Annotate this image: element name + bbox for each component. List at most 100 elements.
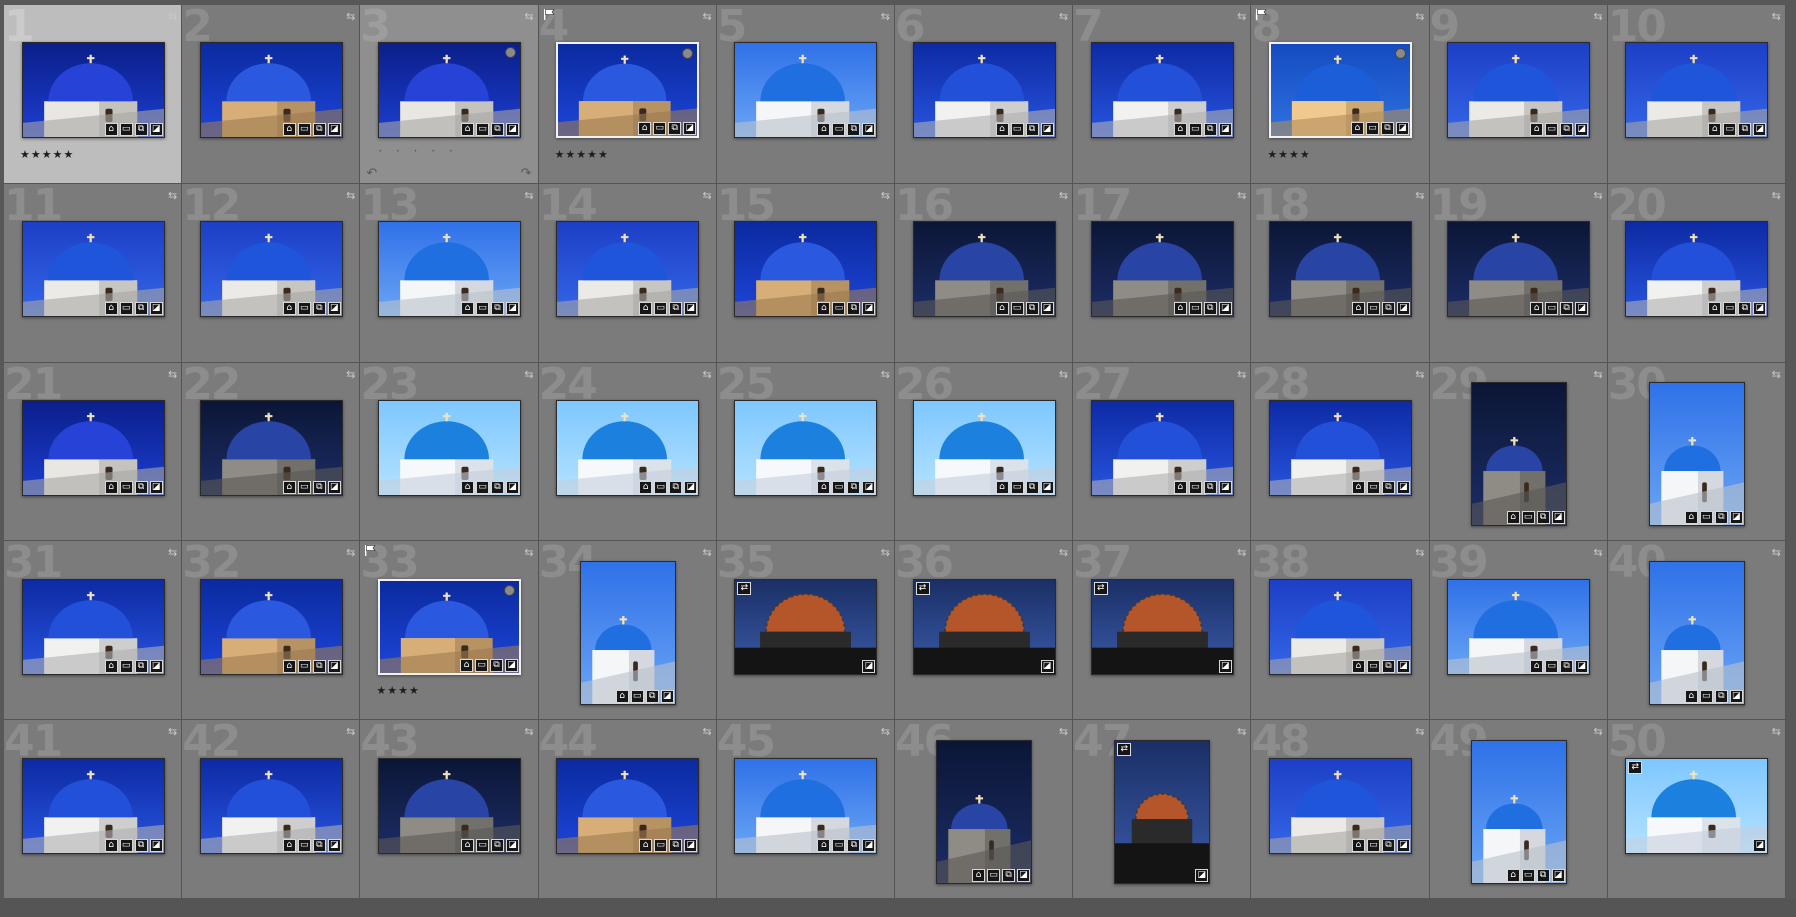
photo-thumbnail[interactable]: ⌂ ▭ ⧉ ◪ [734, 399, 878, 496]
keyword-tag-icon[interactable]: ⌂ [639, 302, 653, 316]
photo-thumbnail[interactable]: ⌂ ▭ ⧉ ◪ [21, 757, 165, 854]
rotate-icon[interactable]: ⇆ [168, 189, 177, 202]
rotate-icon[interactable]: ⇆ [1059, 546, 1068, 559]
keyword-tag-icon[interactable]: ⌂ [1530, 123, 1544, 137]
grid-cell[interactable]: 34 ⇆ ⌂ ▭ ⧉ ◪ [538, 541, 717, 721]
photo-thumbnail[interactable]: ⌂ ▭ ⧉ ◪ [1648, 560, 1745, 705]
grid-cell[interactable]: 2 ⇆ ⌂ ▭ ⧉ ◪ [182, 5, 361, 184]
collection-icon[interactable]: ⧉ [1738, 302, 1752, 316]
keyword-tag-icon[interactable]: ⌂ [104, 480, 118, 494]
collection-icon[interactable]: ⧉ [134, 838, 148, 852]
grid-cell[interactable]: 46 ⇆ ⌂ ▭ ⧉ ◪ [894, 720, 1074, 899]
grid-cell[interactable]: 29 ⇆ ⌂ ▭ ⧉ ◪ [1429, 362, 1608, 542]
develop-adjust-icon[interactable]: ◪ [1218, 480, 1232, 494]
rotate-icon[interactable]: ⇆ [1059, 189, 1068, 202]
photo-thumbnail[interactable]: ⌂ ▭ ⧉ ◪ [1268, 221, 1412, 318]
grid-cell[interactable]: 16 ⇆ ⌂ ▭ ⧉ ◪ [894, 183, 1074, 363]
keyword-tag-icon[interactable]: ⌂ [1351, 302, 1365, 316]
comment-icon[interactable]: ▭ [119, 838, 133, 852]
comment-icon[interactable]: ▭ [832, 480, 846, 494]
photo-thumbnail[interactable]: ⌂ ▭ ⧉ ◪ [556, 399, 700, 496]
collection-icon[interactable]: ⧉ [1560, 659, 1574, 673]
rotate-icon[interactable]: ⇆ [1593, 546, 1602, 559]
develop-adjust-icon[interactable]: ◪ [660, 689, 674, 703]
collection-icon[interactable]: ⧉ [847, 123, 861, 137]
keyword-tag-icon[interactable]: ⌂ [1708, 302, 1722, 316]
comment-icon[interactable]: ▭ [119, 123, 133, 137]
photo-thumbnail[interactable]: ⌂ ▭ ⧉ ◪ [1625, 221, 1769, 318]
develop-adjust-icon[interactable]: ◪ [1396, 302, 1410, 316]
rotate-icon[interactable]: ⇆ [1415, 368, 1424, 381]
develop-adjust-icon[interactable]: ◪ [684, 838, 698, 852]
photo-thumbnail[interactable]: ⌂ ▭ ⧉ ◪ [579, 560, 676, 705]
keyword-tag-icon[interactable]: ⌂ [460, 123, 474, 137]
photo-thumbnail[interactable]: ⌂ ▭ ⧉ ◪ [912, 221, 1056, 318]
rotate-icon[interactable]: ⇆ [881, 10, 890, 23]
photo-thumbnail[interactable]: ⌂ ▭ ⧉ ◪ [199, 578, 343, 675]
develop-adjust-icon[interactable]: ◪ [1396, 838, 1410, 852]
develop-adjust-icon[interactable]: ◪ [1218, 302, 1232, 316]
comment-icon[interactable]: ▭ [654, 838, 668, 852]
photo-thumbnail[interactable]: ⌂ ▭ ⧉ ◪ [1648, 381, 1745, 526]
grid-cell[interactable]: 45 ⇆ ⌂ ▭ ⧉ ◪ [716, 720, 895, 899]
grid-cell[interactable]: 25 ⇆ ⌂ ▭ ⧉ ◪ [716, 362, 895, 542]
keyword-tag-icon[interactable]: ⌂ [639, 838, 653, 852]
photo-thumbnail[interactable]: ⌂ ▭ ⧉ ◪ [734, 757, 878, 854]
comment-icon[interactable]: ▭ [1010, 480, 1024, 494]
develop-adjust-icon[interactable]: ◪ [504, 658, 518, 672]
collection-icon[interactable]: ⧉ [490, 123, 504, 137]
collection-icon[interactable]: ⧉ [1025, 123, 1039, 137]
photo-thumbnail[interactable]: ⌂ ▭ ⧉ ◪ [734, 221, 878, 318]
keyword-tag-icon[interactable]: ⌂ [995, 123, 1009, 137]
rotate-icon[interactable]: ⇆ [346, 368, 355, 381]
grid-cell[interactable]: 40 ⇆ ⌂ ▭ ⧉ ◪ [1607, 541, 1786, 721]
develop-adjust-icon[interactable]: ◪ [683, 122, 697, 136]
develop-adjust-icon[interactable]: ◪ [1017, 868, 1031, 882]
photo-thumbnail[interactable]: ⇄ ◪ [912, 578, 1056, 675]
develop-adjust-icon[interactable]: ◪ [149, 123, 163, 137]
comment-icon[interactable]: ▭ [297, 838, 311, 852]
rotate-icon[interactable]: ⇆ [703, 10, 712, 23]
keyword-tag-icon[interactable]: ⌂ [104, 123, 118, 137]
develop-adjust-icon[interactable]: ◪ [1753, 123, 1767, 137]
rotate-icon[interactable]: ⇆ [346, 546, 355, 559]
develop-adjust-icon[interactable]: ◪ [1395, 122, 1409, 136]
grid-cell[interactable]: 9 ⇆ ⌂ ▭ ⧉ ◪ [1429, 5, 1608, 184]
color-label-dot-icon[interactable] [503, 584, 515, 596]
comment-icon[interactable]: ▭ [297, 659, 311, 673]
grid-cell[interactable]: 6 ⇆ ⌂ ▭ ⧉ ◪ [894, 5, 1074, 184]
comment-icon[interactable]: ▭ [475, 480, 489, 494]
collection-icon[interactable]: ⧉ [1203, 480, 1217, 494]
photo-thumbnail[interactable]: ⌂ ▭ ⧉ ◪ [1268, 757, 1412, 854]
comment-icon[interactable]: ▭ [832, 123, 846, 137]
star-rating[interactable]: ★★★★ [376, 684, 419, 697]
photo-thumbnail[interactable]: ⌂ ▭ ⧉ ◪ [936, 739, 1033, 884]
comment-icon[interactable]: ▭ [1723, 123, 1737, 137]
grid-cell[interactable]: 38 ⇆ ⌂ ▭ ⧉ ◪ [1251, 541, 1430, 721]
keyword-tag-icon[interactable]: ⌂ [817, 480, 831, 494]
collection-icon[interactable]: ⧉ [1381, 302, 1395, 316]
develop-adjust-icon[interactable]: ◪ [505, 123, 519, 137]
rotate-left-icon[interactable]: ↶ [366, 166, 377, 181]
collection-icon[interactable]: ⧉ [645, 689, 659, 703]
keyword-tag-icon[interactable]: ⌂ [639, 480, 653, 494]
keyword-tag-icon[interactable]: ⌂ [1684, 689, 1698, 703]
photo-thumbnail[interactable]: ⌂ ▭ ⧉ ◪ [556, 221, 700, 318]
photo-thumbnail[interactable]: ⇄ ◪ [734, 578, 878, 675]
comment-icon[interactable]: ▭ [475, 123, 489, 137]
keyword-tag-icon[interactable]: ⌂ [1530, 302, 1544, 316]
comment-icon[interactable]: ▭ [1699, 510, 1713, 524]
keyword-tag-icon[interactable]: ⌂ [638, 122, 652, 136]
rotate-icon[interactable]: ⇆ [524, 368, 533, 381]
develop-adjust-icon[interactable]: ◪ [505, 302, 519, 316]
develop-adjust-icon[interactable]: ◪ [1753, 838, 1767, 852]
develop-adjust-icon[interactable]: ◪ [1040, 480, 1054, 494]
rotate-icon[interactable]: ⇆ [1415, 189, 1424, 202]
comment-icon[interactable]: ▭ [1521, 868, 1535, 882]
comment-icon[interactable]: ▭ [475, 838, 489, 852]
comment-icon[interactable]: ▭ [475, 302, 489, 316]
collection-icon[interactable]: ⧉ [1025, 302, 1039, 316]
develop-adjust-icon[interactable]: ◪ [1040, 659, 1054, 673]
pick-flag-icon[interactable] [364, 544, 377, 557]
develop-adjust-icon[interactable]: ◪ [1396, 480, 1410, 494]
